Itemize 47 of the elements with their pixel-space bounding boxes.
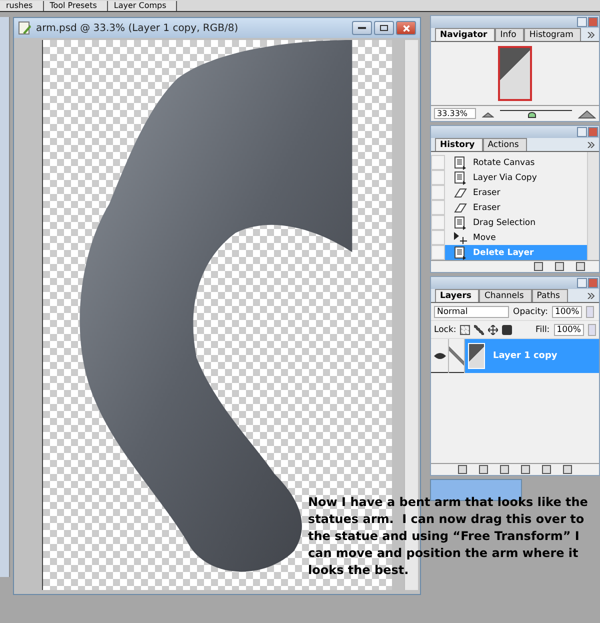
minimize-button[interactable] [352,21,372,35]
maximize-button[interactable] [374,21,394,35]
panel-tab[interactable]: Layers [435,289,480,302]
history-item[interactable]: Eraser [431,200,587,215]
eraser-icon [453,200,467,214]
history-item[interactable]: Rotate Canvas [431,155,587,170]
panel-tab[interactable]: Navigator [435,28,496,41]
document-icon [453,170,467,184]
move-icon[interactable] [488,324,498,334]
zoom-slider[interactable] [500,110,572,118]
fill-field[interactable]: 100% [554,324,584,336]
document-icon [453,156,467,170]
move-icon [453,230,467,244]
window-title: arm.psd @ 33.3% (Layer 1 copy, RGB/8) [36,22,238,34]
panel-tab[interactable]: Actions [482,138,527,151]
panel-tab[interactable]: rushes [0,1,44,11]
document-icon [453,246,467,260]
panel-tab[interactable]: Histogram [524,28,582,41]
lock-label: Lock: [434,324,456,334]
document-icon [453,216,467,230]
opacity-label: Opacity: [513,306,548,316]
close-icon [402,24,410,32]
lock-transparency-icon[interactable] [460,324,470,334]
panel-tab[interactable]: Info [495,28,524,41]
file-icon [18,21,32,35]
zoom-out-icon[interactable] [482,110,494,118]
navigator-thumbnail[interactable] [498,46,532,101]
history-item[interactable]: Layer Via Copy [431,170,587,185]
panel-tab[interactable]: Layer Comps [108,1,178,11]
fill-label: Fill: [535,324,550,334]
history-item[interactable]: Eraser [431,185,587,200]
history-item[interactable]: Move [431,230,587,245]
zoom-in-icon[interactable] [578,108,596,118]
lock-icon[interactable] [502,324,512,334]
caption-text: Now I have a bent arm that looks like the statues arm. I can now drag this over to the statue and using “Free Transform” I can move and position the arm where it looks the best. [308,494,589,579]
brush-icon[interactable] [449,338,465,372]
panel-tab[interactable]: Paths [532,289,568,302]
panel-tab[interactable]: Channels [479,289,532,302]
close-button[interactable] [396,21,416,35]
blend-mode-dropdown[interactable]: Normal [434,306,509,318]
history-item[interactable]: Drag Selection [431,215,587,230]
zoom-field[interactable]: 33.33% [434,108,476,119]
history-scrollbar[interactable] [587,152,599,260]
opacity-field[interactable]: 100% [552,306,582,318]
panel-tab[interactable]: History [435,138,483,151]
eraser-icon [453,186,467,200]
panel-tab[interactable]: Tool Presets [44,1,108,11]
